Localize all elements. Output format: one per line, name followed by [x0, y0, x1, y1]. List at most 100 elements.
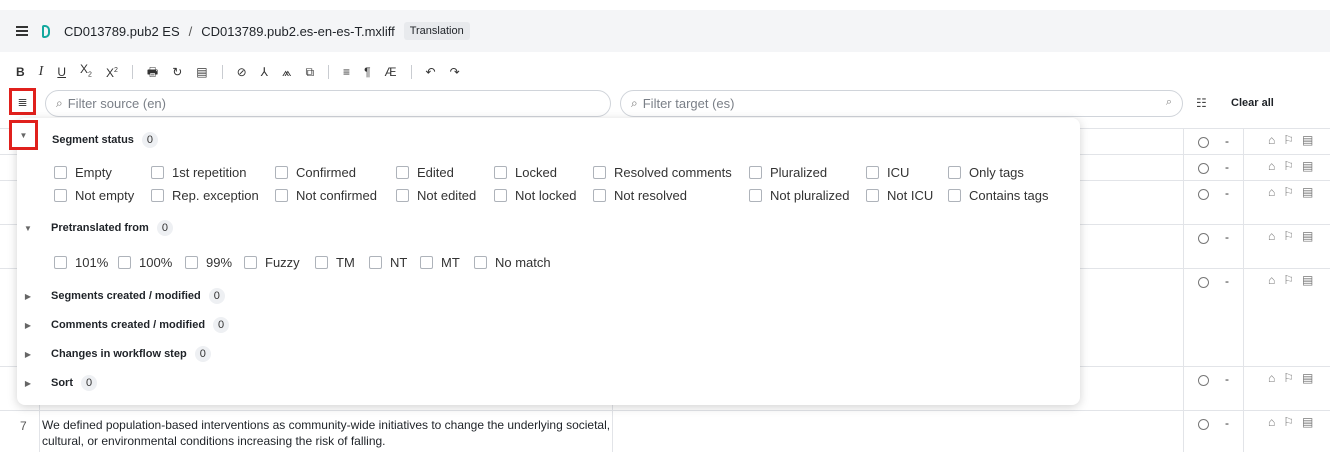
checkbox-no-match[interactable]: No match — [474, 253, 551, 271]
row-actions-icons[interactable]: ⌂⚐▤ — [1268, 415, 1321, 429]
copy-icon[interactable]: ⧉ — [305, 62, 314, 82]
checkbox-not-resolved[interactable]: Not resolved — [593, 186, 687, 204]
match-value: - — [1225, 134, 1229, 148]
section-title: Comments created / modified — [51, 319, 206, 331]
pilcrow-icon[interactable]: ¶ — [364, 62, 370, 82]
superscript-button[interactable]: X2 — [106, 61, 118, 83]
source-filter-input[interactable]: ⌕ Filter source (en) — [45, 90, 611, 117]
confirm-status-icon[interactable] — [1198, 137, 1209, 148]
confirm-status-icon[interactable] — [1198, 163, 1209, 174]
row-actions-icons[interactable]: ⌂⚐▤ — [1268, 133, 1321, 147]
filter-settings-icon[interactable]: ☷ — [1196, 96, 1207, 110]
checkbox-fuzzy[interactable]: Fuzzy — [244, 253, 300, 271]
check-icon[interactable]: ⊘ — [237, 62, 247, 82]
checkbox-confirmed[interactable]: Confirmed — [275, 163, 356, 181]
source-filter-placeholder: Filter source (en) — [67, 96, 166, 111]
section-title: Pretranslated from — [51, 222, 149, 234]
checkbox-locked[interactable]: Locked — [494, 163, 557, 181]
lowercase-icon[interactable]: Æ — [385, 62, 397, 82]
title-bar: CD013789.pub2 ES / CD013789.pub2.es-en-e… — [0, 10, 1330, 52]
italic-button[interactable]: I — [39, 62, 44, 82]
target-filter-placeholder: Filter target (es) — [642, 96, 735, 111]
row-actions-icons[interactable]: ⌂⚐▤ — [1268, 371, 1321, 385]
checkbox-not-icu[interactable]: Not ICU — [866, 186, 933, 204]
expand-caret-icon[interactable]: ▶ — [17, 350, 39, 359]
section-count-badge: 0 — [194, 346, 211, 362]
redo-icon[interactable]: ↷ — [450, 62, 460, 82]
match-value: - — [1225, 274, 1229, 288]
row-actions-icons[interactable]: ⌂⚐▤ — [1268, 273, 1321, 287]
row-actions-icons[interactable]: ⌂⚐▤ — [1268, 185, 1321, 199]
toolbar-divider — [221, 65, 223, 79]
checkbox-nt[interactable]: NT — [369, 253, 407, 271]
clear-all-button[interactable]: Clear all — [1231, 97, 1274, 109]
toolbar-divider — [131, 65, 133, 79]
checkbox-not-confirmed[interactable]: Not confirmed — [275, 186, 377, 204]
checkbox-not-locked[interactable]: Not locked — [494, 186, 576, 204]
confirm-status-icon[interactable] — [1198, 189, 1209, 200]
match-value: - — [1225, 230, 1229, 244]
checkbox-rep-exception[interactable]: Rep. exception — [151, 186, 259, 204]
checkbox-edited[interactable]: Edited — [396, 163, 454, 181]
checkbox-mt[interactable]: MT — [420, 253, 460, 271]
row-actions-icons[interactable]: ⌂⚐▤ — [1268, 229, 1321, 243]
app-logo-icon — [42, 24, 50, 38]
checkbox-pluralized[interactable]: Pluralized — [749, 163, 827, 181]
menu-icon[interactable] — [16, 26, 28, 36]
section-count-badge: 0 — [208, 288, 225, 304]
breadcrumb-file: CD013789.pub2.es-en-es-T.mxliff — [201, 23, 395, 39]
wrap-icon[interactable]: ↻ — [172, 62, 182, 82]
checkbox-not-empty[interactable]: Not empty — [54, 186, 134, 204]
checkbox-empty[interactable]: Empty — [54, 163, 112, 181]
checkbox-100[interactable]: 100% — [118, 253, 172, 271]
checkbox-resolved-comments[interactable]: Resolved comments — [593, 163, 732, 181]
confirm-status-icon[interactable] — [1198, 375, 1209, 386]
join-icon[interactable]: ⩕ — [282, 62, 291, 82]
checkbox-101[interactable]: 101% — [54, 253, 108, 271]
section-title: Changes in workflow step — [51, 348, 187, 360]
undo-icon[interactable]: ↶ — [426, 62, 436, 82]
target-filter-input[interactable]: ⌕ Filter target (es) ⌕ — [620, 90, 1183, 117]
comment-icon[interactable]: ▤ — [196, 62, 207, 82]
filter-toggle-button[interactable]: ≣ — [9, 88, 36, 115]
collapse-caret-icon[interactable]: ▼ — [17, 224, 39, 233]
collapse-caret-icon[interactable]: ▼ — [9, 120, 38, 150]
row-actions-icons[interactable]: ⌂⚐▤ — [1268, 159, 1321, 173]
confirm-status-icon[interactable] — [1198, 419, 1209, 430]
toolbar-divider — [410, 65, 412, 79]
subscript-button[interactable]: X2 — [80, 59, 92, 85]
checkbox-tm[interactable]: TM — [315, 253, 355, 271]
checkbox-not-edited[interactable]: Not edited — [396, 186, 476, 204]
filter-icon: ≣ — [17, 94, 28, 109]
underline-button[interactable]: U — [57, 62, 66, 82]
spellcheck-icon[interactable]: 🖶 — [147, 62, 158, 82]
table-row[interactable]: 7 We defined population-based interventi… — [0, 410, 1330, 452]
search-replace-icon[interactable]: ≡ — [343, 62, 350, 82]
comments-created-header[interactable]: ▶ Comments created / modified 0 — [17, 315, 230, 335]
search-icon: ⌕ — [631, 96, 638, 110]
section-count-badge: 0 — [213, 317, 230, 333]
expand-caret-icon[interactable]: ▶ — [17, 379, 39, 388]
segment-status-header[interactable]: ▼ Segment status 0 — [9, 120, 159, 150]
checkbox-not-pluralized[interactable]: Not pluralized — [749, 186, 850, 204]
segments-created-header[interactable]: ▶ Segments created / modified 0 — [17, 286, 225, 306]
confirm-status-icon[interactable] — [1198, 277, 1209, 288]
checkbox-icu[interactable]: ICU — [866, 163, 909, 181]
expand-caret-icon[interactable]: ▶ — [17, 292, 39, 301]
checkbox-only-tags[interactable]: Only tags — [948, 163, 1024, 181]
checkbox-1st-repetition[interactable]: 1st repetition — [151, 163, 246, 181]
bold-button[interactable]: B — [16, 62, 25, 82]
checkbox-contains-tags[interactable]: Contains tags — [948, 186, 1049, 204]
breadcrumb-project[interactable]: CD013789.pub2 ES — [64, 24, 180, 39]
source-segment-text[interactable]: We defined population-based intervention… — [42, 417, 612, 449]
confirm-status-icon[interactable] — [1198, 233, 1209, 244]
workflow-changes-header[interactable]: ▶ Changes in workflow step 0 — [17, 344, 211, 364]
search-icon: ⌕ — [56, 96, 63, 110]
expand-caret-icon[interactable]: ▶ — [17, 321, 39, 330]
pretranslated-from-header[interactable]: ▼ Pretranslated from 0 — [17, 218, 173, 238]
sort-header[interactable]: ▶ Sort 0 — [17, 373, 98, 393]
split-icon[interactable]: ⅄ — [261, 62, 268, 82]
match-value: - — [1225, 186, 1229, 200]
regex-search-icon[interactable]: ⌕ — [1166, 96, 1172, 109]
checkbox-99[interactable]: 99% — [185, 253, 232, 271]
